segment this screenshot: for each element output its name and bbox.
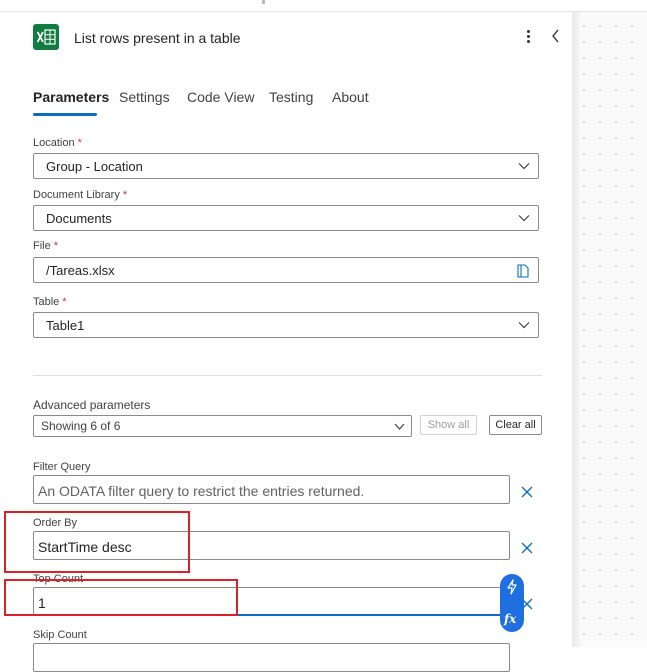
location-dropdown[interactable]: Group - Location <box>33 153 539 179</box>
file-picker-icon[interactable] <box>517 264 529 278</box>
top-count-label: Top Count <box>33 573 84 585</box>
panel-shadow <box>572 12 582 647</box>
edge-mark <box>262 0 265 4</box>
tab-about[interactable]: About <box>332 89 369 105</box>
tab-settings[interactable]: Settings <box>119 89 170 105</box>
file-value: /Tareas.xlsx <box>46 263 115 278</box>
remove-order-by-icon[interactable] <box>520 541 534 555</box>
order-by-input[interactable]: StartTime desc <box>33 531 510 560</box>
advanced-parameters-value: Showing 6 of 6 <box>41 419 121 433</box>
top-count-input[interactable]: 1 <box>33 587 510 616</box>
excel-icon <box>33 24 59 50</box>
document-library-label: Document Library * <box>33 189 128 201</box>
order-by-label: Order By <box>33 517 78 529</box>
file-label: File * <box>33 240 59 252</box>
advanced-parameters-label: Advanced parameters <box>33 398 151 412</box>
skip-count-input[interactable] <box>33 643 510 672</box>
tab-testing[interactable]: Testing <box>269 89 313 105</box>
top-count-value: 1 <box>38 595 46 611</box>
file-field[interactable]: /Tareas.xlsx <box>33 257 539 283</box>
table-label: Table * <box>33 296 67 308</box>
document-library-value: Documents <box>46 211 112 226</box>
chevron-down-icon <box>394 423 405 430</box>
remove-filter-query-icon[interactable] <box>520 485 534 499</box>
designer-canvas[interactable] <box>572 12 647 647</box>
action-details-panel: List rows present in a table Parameters … <box>4 12 572 672</box>
filter-query-input[interactable]: An ODATA filter query to restrict the en… <box>33 475 510 504</box>
advanced-parameters-dropdown[interactable]: Showing 6 of 6 <box>33 415 412 437</box>
fx-expression-icon[interactable]: fx <box>504 612 516 626</box>
collapse-panel-icon[interactable] <box>549 26 563 46</box>
filter-query-placeholder: An ODATA filter query to restrict the en… <box>38 483 365 499</box>
table-value: Table1 <box>46 318 85 333</box>
panel-header: List rows present in a table <box>4 12 572 62</box>
clear-all-button[interactable]: Clear all <box>489 415 542 435</box>
active-tab-indicator <box>33 113 97 116</box>
show-all-button[interactable]: Show all <box>420 415 477 435</box>
tab-code-view[interactable]: Code View <box>187 89 254 105</box>
chevron-down-icon <box>518 322 530 329</box>
section-divider <box>33 375 542 376</box>
tab-parameters[interactable]: Parameters <box>33 89 109 105</box>
dynamic-content-toolbar[interactable]: fx <box>500 574 524 632</box>
action-title: List rows present in a table <box>74 30 241 46</box>
previous-content-edge <box>0 0 647 12</box>
location-value: Group - Location <box>46 159 143 174</box>
document-library-dropdown[interactable]: Documents <box>33 205 539 231</box>
lightning-icon[interactable] <box>505 579 519 595</box>
skip-count-label: Skip Count <box>33 629 87 641</box>
more-options-icon[interactable] <box>522 28 534 46</box>
location-label: Location * <box>33 137 82 149</box>
table-dropdown[interactable]: Table1 <box>33 312 539 338</box>
filter-query-label: Filter Query <box>33 461 91 473</box>
chevron-down-icon <box>518 163 530 170</box>
chevron-down-icon <box>518 215 530 222</box>
order-by-value: StartTime desc <box>38 539 132 555</box>
